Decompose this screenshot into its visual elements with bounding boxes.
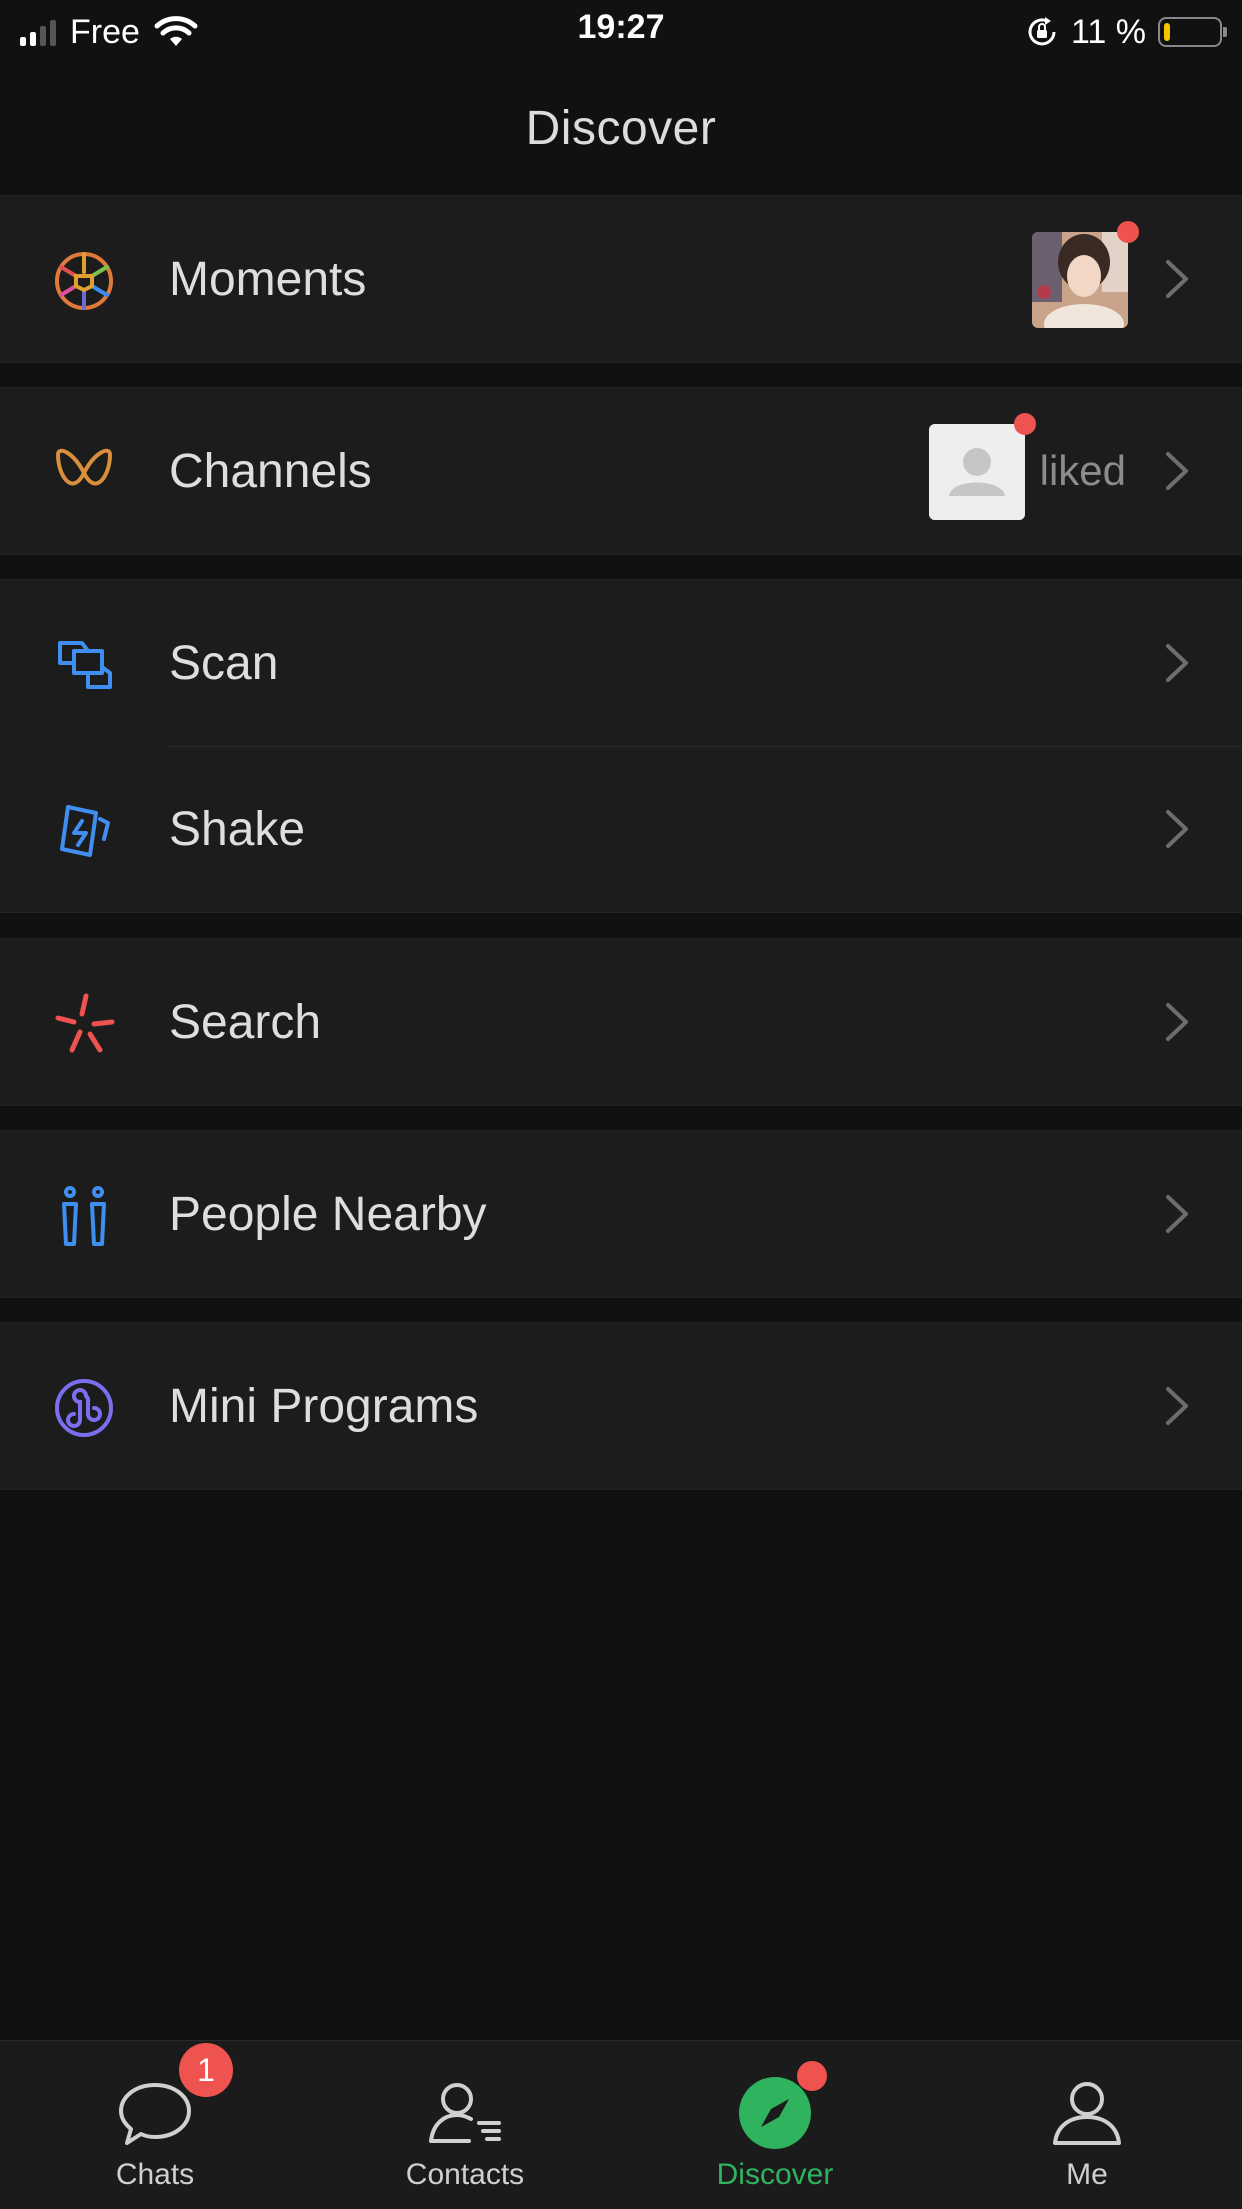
chevron-right-icon (1166, 1387, 1188, 1425)
new-post-dot (1117, 221, 1139, 243)
moments-latest-photo-thumbnail (1032, 232, 1128, 328)
tab-me[interactable]: Me (932, 2041, 1242, 2209)
group-moments: Moments (0, 195, 1242, 363)
menu-item-people-nearby[interactable]: People Nearby (0, 1131, 1242, 1297)
scan-icon (58, 641, 112, 689)
nav-bar: Discover (0, 62, 1242, 194)
status-bar: Free 19:27 11 % (0, 0, 1242, 62)
tab-discover[interactable]: Discover (620, 2041, 930, 2209)
discover-new-dot (797, 2061, 827, 2091)
menu-item-label: Mini Programs (169, 1379, 479, 1433)
default-avatar-icon (929, 424, 1025, 520)
person-icon (1053, 2082, 1121, 2145)
menu-item-channels[interactable]: Channels liked (0, 388, 1242, 554)
tab-contacts[interactable]: Contacts (310, 2041, 620, 2209)
page-title: Discover (525, 101, 717, 155)
menu-item-label: Moments (169, 252, 367, 306)
tab-label: Contacts (405, 2158, 525, 2191)
contacts-icon (429, 2083, 501, 2143)
mini-programs-icon (55, 1379, 113, 1437)
menu-item-search[interactable]: Search (0, 939, 1242, 1105)
moments-aperture-icon (55, 252, 113, 310)
menu-item-shake[interactable]: Shake (0, 746, 1242, 912)
chevron-right-icon (1166, 644, 1188, 682)
chevron-right-icon (1166, 260, 1188, 298)
menu-item-label: People Nearby (169, 1187, 487, 1241)
menu-item-mini-programs[interactable]: Mini Programs (0, 1323, 1242, 1489)
tab-label: Me (1066, 2158, 1108, 2191)
channels-butterfly-icon (56, 448, 112, 486)
menu-item-moments[interactable]: Moments (0, 196, 1242, 362)
menu-item-label: Search (169, 995, 322, 1049)
tab-bar: 1 Chats Contacts Discover Me (0, 2040, 1242, 2209)
chevron-right-icon (1166, 810, 1188, 848)
battery-level (1164, 23, 1170, 41)
status-right: 11 % (1025, 10, 1227, 54)
menu-item-label: Scan (169, 636, 279, 690)
new-activity-dot (1014, 413, 1036, 435)
channels-avatar-placeholder (929, 424, 1025, 520)
battery-percent: 11 % (1071, 12, 1146, 51)
chevron-right-icon (1166, 1195, 1188, 1233)
group-people-nearby: People Nearby (0, 1130, 1242, 1298)
tab-chats[interactable]: 1 Chats (0, 2041, 310, 2209)
group-mini-programs: Mini Programs (0, 1322, 1242, 1490)
group-scan-shake: Scan Shake (0, 579, 1242, 913)
tab-label: Discover (716, 2158, 834, 2191)
menu-item-label: Shake (169, 802, 306, 856)
group-search: Search (0, 938, 1242, 1106)
rotation-lock-icon (1028, 17, 1056, 46)
menu-item-label: Channels (169, 444, 372, 498)
search-spark-icon (55, 993, 115, 1053)
tab-label: Chats (115, 2158, 195, 2191)
chevron-right-icon (1166, 1003, 1188, 1041)
chevron-right-icon (1166, 452, 1188, 490)
people-nearby-icon (62, 1186, 106, 1246)
group-channels: Channels liked (0, 387, 1242, 555)
menu-item-scan[interactable]: Scan (0, 580, 1242, 746)
battery-icon (1158, 17, 1227, 47)
channels-status-text: liked (1039, 447, 1126, 494)
unread-count-badge: 1 (179, 2043, 233, 2097)
shake-icon (60, 805, 110, 857)
